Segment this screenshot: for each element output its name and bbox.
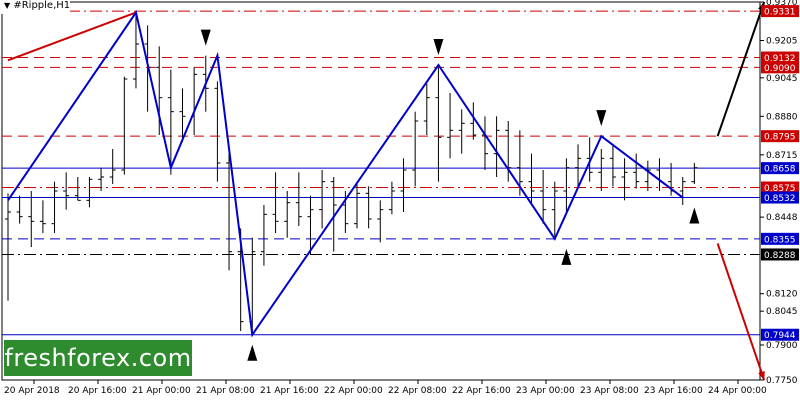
y-tick-label: 0.8120 [766, 290, 798, 300]
y-tick-label: 0.7750 [766, 376, 798, 386]
price-level-label: 0.9090 [764, 64, 796, 74]
y-tick-label: 0.8715 [766, 151, 798, 161]
forecast-arrow [716, 1, 766, 137]
x-tick-label: 23 Apr 00:00 [516, 386, 575, 396]
y-tick-label: 0.8448 [766, 213, 798, 223]
x-tick-label: 22 Apr 00:00 [324, 386, 383, 396]
x-tick-label: 20 Apr 2018 [4, 386, 60, 396]
arrow-up-marker-icon [561, 248, 572, 265]
x-tick-label: 22 Apr 08:00 [388, 386, 447, 396]
zigzag-line [7, 10, 684, 338]
y-tick-label: 0.8045 [766, 307, 798, 317]
triangle-down-icon[interactable]: ▼ [4, 1, 10, 10]
y-tick-label: 0.7900 [766, 341, 798, 351]
arrow-down-marker-icon [596, 110, 607, 127]
freshforex-logo: freshforex.com [4, 340, 192, 376]
arrow-up-marker-icon [689, 207, 700, 224]
chart-title: ▼ #Ripple,H1 [0, 0, 71, 14]
red-trendline [7, 11, 137, 62]
arrow-down-marker-icon [200, 29, 211, 46]
y-tick-label: 0.8880 [766, 112, 798, 122]
price-level-label: 0.8795 [764, 133, 796, 143]
forecast-arrow [716, 243, 766, 381]
arrow-down-marker-icon [433, 39, 444, 55]
x-tick-label: 23 Apr 08:00 [580, 386, 639, 396]
x-tick-label: 24 Apr 00:00 [708, 386, 767, 396]
x-tick-label: 20 Apr 16:00 [68, 386, 127, 396]
y-tick-label: 0.9045 [766, 74, 798, 84]
price-level-label: 0.8288 [764, 251, 796, 261]
plot-frame [1, 1, 761, 381]
forecast-arrowhead [758, 371, 765, 380]
arrow-up-marker-icon [247, 344, 258, 361]
x-tick-label: 23 Apr 16:00 [644, 386, 703, 396]
price-level-label: 0.8658 [764, 165, 796, 175]
price-level-label: 0.9331 [764, 8, 796, 18]
x-tick-label: 22 Apr 16:00 [452, 386, 511, 396]
x-tick-label: 21 Apr 16:00 [260, 386, 319, 396]
x-tick-label: 21 Apr 08:00 [196, 386, 255, 396]
x-tick-label: 21 Apr 00:00 [132, 386, 191, 396]
price-level-label: 0.7944 [764, 331, 796, 341]
price-level-label: 0.8532 [764, 194, 796, 204]
y-tick-label: 0.9205 [766, 37, 798, 47]
price-level-label: 0.8355 [764, 235, 796, 245]
symbol-title: #Ripple,H1 [13, 0, 71, 11]
